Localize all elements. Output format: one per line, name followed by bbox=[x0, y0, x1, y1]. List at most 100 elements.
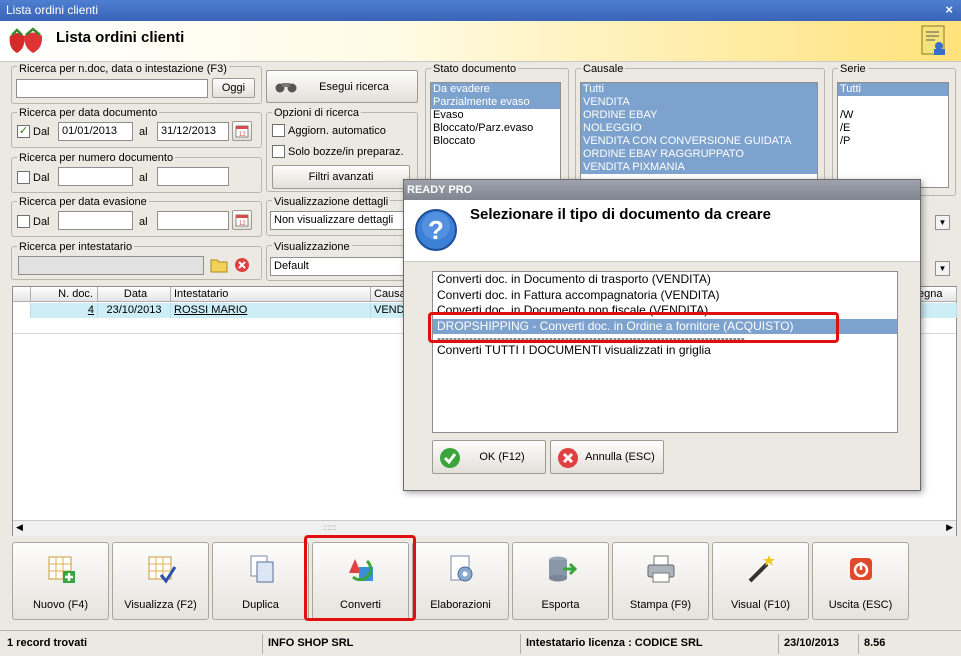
causale-item[interactable]: VENDITA bbox=[581, 96, 817, 109]
serie-legend: Serie bbox=[838, 63, 868, 75]
row-doc-number[interactable]: 4 bbox=[31, 303, 98, 318]
row-indicator[interactable] bbox=[13, 303, 31, 318]
serie-item[interactable]: /W bbox=[838, 109, 948, 122]
svg-text:?: ? bbox=[428, 215, 444, 245]
ok-button[interactable]: OK (F12) bbox=[432, 440, 546, 474]
stato-item[interactable]: Bloccato/Parz.evaso bbox=[431, 122, 560, 135]
duplicate-button[interactable]: Duplica bbox=[212, 542, 309, 620]
grid-header[interactable]: Intestatario bbox=[171, 287, 371, 302]
grid-check-icon bbox=[148, 556, 176, 584]
calendar-icon: 12 bbox=[235, 125, 249, 138]
chevron-down-icon[interactable]: ▼ bbox=[935, 215, 950, 230]
holder-input[interactable] bbox=[18, 256, 204, 275]
status-divider bbox=[778, 634, 779, 654]
serie-list[interactable]: Tutti /W /E /P bbox=[837, 82, 949, 188]
users-list-icon[interactable] bbox=[921, 25, 949, 57]
question-icon: ? bbox=[415, 209, 457, 251]
date-doc-to-input[interactable]: 31/12/2013 bbox=[157, 122, 229, 141]
serie-item[interactable]: Tutti bbox=[838, 83, 948, 96]
check-icon bbox=[440, 448, 460, 468]
convert-dialog: READY PRO ? Selezionare il tipo di docum… bbox=[403, 179, 921, 491]
dialog-option[interactable]: Converti TUTTI I DOCUMENTI visualizzati … bbox=[433, 343, 897, 359]
stato-item[interactable]: Parzialmente evaso bbox=[431, 96, 560, 109]
causale-item[interactable]: VENDITA CON CONVERSIONE GUIDATA bbox=[581, 135, 817, 148]
row-date[interactable]: 23/10/2013 bbox=[98, 303, 171, 318]
view-button[interactable]: Visualizza (F2) bbox=[112, 542, 209, 620]
row-holder[interactable]: ROSSI MARIO bbox=[171, 303, 371, 318]
processing-button[interactable]: Elaborazioni bbox=[412, 542, 509, 620]
date-evas-legend: Ricerca per data evasione bbox=[17, 196, 149, 208]
grid-header[interactable]: Causa bbox=[371, 287, 406, 302]
dialog-options-list[interactable]: Converti doc. in Documento di trasporto … bbox=[432, 271, 898, 433]
horizontal-scrollbar[interactable]: ◀ :::::: ▶ bbox=[13, 520, 956, 536]
print-button[interactable]: Stampa (F9) bbox=[612, 542, 709, 620]
causale-item[interactable]: NOLEGGIO bbox=[581, 122, 817, 135]
num-doc-from-label: Dal bbox=[33, 172, 50, 184]
causale-item[interactable]: Tutti bbox=[581, 83, 817, 96]
status-date: 23/10/2013 bbox=[784, 637, 840, 649]
grid-header[interactable]: egna bbox=[915, 287, 957, 302]
highlight-dropshipping-option bbox=[428, 312, 839, 343]
num-doc-from-input[interactable] bbox=[58, 167, 133, 186]
dialog-option[interactable]: Converti doc. in Fattura accompagnatoria… bbox=[433, 288, 897, 304]
scroll-grip-icon[interactable]: :::::: bbox=[323, 523, 336, 532]
grid-header[interactable]: N. doc. bbox=[31, 287, 98, 302]
status-license: Intestatario licenza : CODICE SRL bbox=[526, 637, 703, 649]
execute-search-button[interactable]: Esegui ricerca bbox=[266, 70, 418, 103]
date-evas-from-input[interactable] bbox=[58, 211, 133, 230]
num-doc-checkbox[interactable] bbox=[17, 171, 30, 184]
advanced-filters-button[interactable]: Filtri avanzati bbox=[272, 165, 410, 189]
clear-icon[interactable] bbox=[234, 257, 250, 273]
calendar-button[interactable]: 12 bbox=[232, 121, 252, 141]
exit-label: Uscita (ESC) bbox=[828, 599, 893, 611]
export-button[interactable]: Esporta bbox=[512, 542, 609, 620]
view-label: Visualizza (F2) bbox=[124, 599, 197, 611]
cancel-label: Annulla (ESC) bbox=[585, 451, 655, 463]
close-icon[interactable]: × bbox=[945, 2, 953, 17]
date-doc-from-input[interactable]: 01/01/2013 bbox=[58, 122, 133, 141]
causale-item[interactable]: VENDITA PIXMANIA bbox=[581, 161, 817, 174]
date-evas-checkbox[interactable] bbox=[17, 215, 30, 228]
stato-item[interactable]: Evaso bbox=[431, 109, 560, 122]
causale-item[interactable]: ORDINE EBAY bbox=[581, 109, 817, 122]
view-select[interactable]: Default bbox=[270, 257, 410, 276]
auto-update-checkbox[interactable] bbox=[272, 124, 285, 137]
drafts-only-checkbox[interactable] bbox=[272, 145, 285, 158]
today-button[interactable]: Oggi bbox=[212, 78, 255, 98]
chevron-down-icon[interactable]: ▼ bbox=[935, 261, 950, 276]
date-evas-from-label: Dal bbox=[33, 216, 50, 228]
dialog-option[interactable]: Converti doc. in Documento di trasporto … bbox=[433, 272, 897, 288]
stato-item[interactable]: Bloccato bbox=[431, 135, 560, 148]
date-evas-to-label: al bbox=[139, 216, 148, 228]
visual-label: Visual (F10) bbox=[730, 599, 791, 611]
serie-item[interactable]: /P bbox=[838, 135, 948, 148]
serie-item[interactable] bbox=[838, 96, 948, 109]
gear-doc-icon bbox=[450, 555, 472, 582]
stato-list[interactable]: Da evadere Parzialmente evaso Evaso Bloc… bbox=[430, 82, 561, 188]
scroll-right-icon[interactable]: ▶ bbox=[946, 522, 953, 533]
folder-icon[interactable] bbox=[210, 257, 228, 273]
visual-button[interactable]: Visual (F10) bbox=[712, 542, 809, 620]
serie-item[interactable]: /E bbox=[838, 122, 948, 135]
calendar-evas-button[interactable]: 12 bbox=[232, 210, 252, 230]
exit-icon bbox=[849, 558, 872, 580]
detail-view-legend: Visualizzazione dettagli bbox=[272, 196, 391, 208]
search-input[interactable] bbox=[16, 79, 208, 98]
duplicate-label: Duplica bbox=[242, 599, 279, 611]
num-doc-to-label: al bbox=[139, 172, 148, 184]
view-legend: Visualizzazione bbox=[272, 241, 352, 253]
detail-view-select[interactable]: Non visualizzare dettagli bbox=[270, 211, 410, 230]
num-doc-to-input[interactable] bbox=[157, 167, 229, 186]
num-doc-legend: Ricerca per numero documento bbox=[17, 152, 176, 164]
exit-button[interactable]: Uscita (ESC) bbox=[812, 542, 909, 620]
causale-list[interactable]: Tutti VENDITA ORDINE EBAY NOLEGGIO VENDI… bbox=[580, 82, 818, 188]
date-evas-to-input[interactable] bbox=[157, 211, 229, 230]
cancel-button[interactable]: Annulla (ESC) bbox=[550, 440, 664, 474]
causale-item[interactable]: ORDINE EBAY RAGGRUPPATO bbox=[581, 148, 817, 161]
scroll-left-icon[interactable]: ◀ bbox=[16, 522, 23, 533]
grid-header[interactable]: Data bbox=[98, 287, 171, 302]
new-button[interactable]: Nuovo (F4) bbox=[12, 542, 109, 620]
date-doc-checkbox[interactable]: ✓ bbox=[17, 125, 30, 138]
magic-wand-icon bbox=[748, 555, 775, 583]
stato-item[interactable]: Da evadere bbox=[431, 83, 560, 96]
